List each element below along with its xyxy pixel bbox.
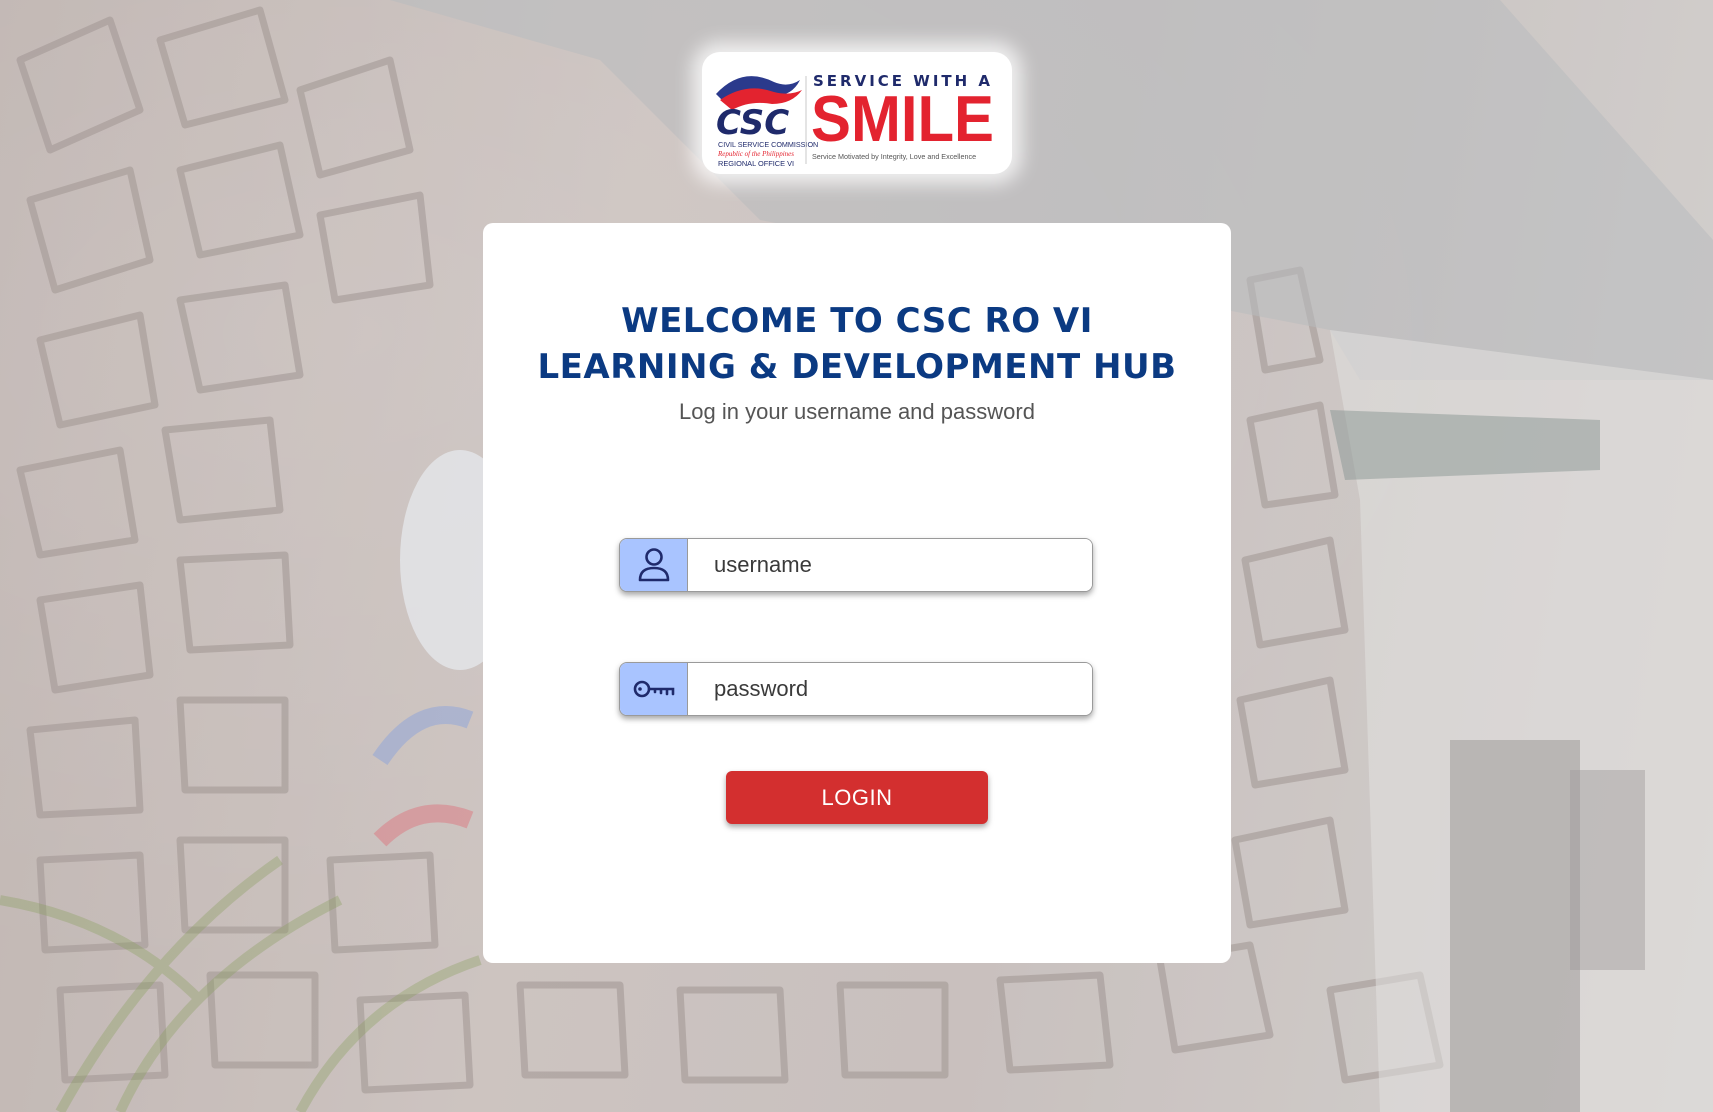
key-icon [633, 680, 674, 698]
csc-logo: CSC CIVIL SERVICE COMMISSION Republic of… [702, 52, 1012, 174]
page-title: WELCOME TO CSC RO VI LEARNING & DEVELOPM… [483, 298, 1231, 390]
password-field[interactable] [619, 662, 1093, 716]
username-icon-box [620, 539, 688, 591]
title-line-1: WELCOME TO CSC RO VI [621, 301, 1093, 341]
logo-acronym: CSC [716, 103, 789, 143]
login-button[interactable]: LOGIN [726, 771, 988, 824]
password-input[interactable] [688, 663, 1092, 715]
login-instructions: Log in your username and password [679, 399, 1035, 424]
logo-country: Republic of the Philippines [717, 150, 794, 158]
username-field[interactable] [619, 538, 1093, 592]
logo-motto: Service Motivated by Integrity, Love and… [812, 152, 976, 161]
username-input[interactable] [688, 539, 1092, 591]
logo-org-name: CIVIL SERVICE COMMISSION [718, 140, 818, 149]
user-icon [638, 548, 669, 582]
password-icon-box [620, 663, 688, 715]
login-card: WELCOME TO CSC RO VI LEARNING & DEVELOPM… [483, 223, 1231, 963]
logo-tagline-big: SMILE [811, 82, 994, 155]
login-page: CSC CIVIL SERVICE COMMISSION Republic of… [0, 0, 1713, 1112]
title-line-2: LEARNING & DEVELOPMENT HUB [537, 347, 1177, 387]
logo-office: REGIONAL OFFICE VI [718, 159, 794, 168]
